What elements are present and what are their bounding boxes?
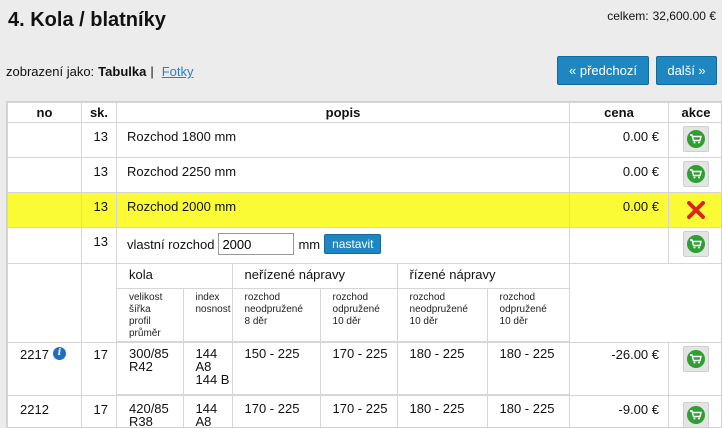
subheader-index: index nosnost [182,287,233,342]
table-row: 2217 i 17 300/85 R42 144 A8 144 B 150 - 225 … [7,341,721,396]
row-description: Rozchod 2000 mm [116,192,570,228]
header-sk: sk. [81,102,117,123]
custom-track-unit: mm [298,236,321,252]
view-current-table: Tabulka [98,64,147,79]
add-to-cart-button[interactable] [683,126,709,152]
spec-header-row: kola neřízené nápravy řízené nápravy vel… [7,263,721,343]
track-sprung-10: 170 - 225 [319,342,398,395]
group-steered-axles: řízené nápravy [396,264,571,289]
row-description: Rozchod 1800 mm [116,122,570,158]
product-number: 2212 [7,395,82,427]
subheader-steered-sprung-10: rozchod odpružené 10 děr [486,287,571,342]
remove-x-icon [687,201,705,219]
view-photos-link[interactable]: Fotky [162,64,194,79]
info-icon[interactable]: i [52,346,66,360]
row-price: -9.00 € [569,395,669,427]
previous-button[interactable]: « předchozí [557,56,649,85]
row-price: 0.00 € [569,157,669,193]
next-button[interactable]: další » [656,56,717,85]
product-number: 2217 [20,346,49,362]
row-sk: 13 [81,227,117,264]
group-kola: kola [117,264,233,289]
add-to-cart-button[interactable] [683,345,709,372]
cart-total: celkem: 32,600.00 € [607,9,716,23]
row-sk: 17 [81,341,117,396]
row-sk: 13 [81,122,117,158]
subheader-unsprung-8: rozchod neodpružené 8 děr [231,287,321,342]
total-label: celkem: [607,9,649,23]
tire-size: 420/85 R38 [117,396,184,427]
header-akce: akce [668,102,721,123]
subheader-sprung-10: rozchod odpružené 10 děr [319,287,398,342]
track-steered-sprung: 180 - 225 [486,342,570,395]
header-popis: popis [116,102,570,123]
page-title: 4. Kola / blatníky [8,9,166,31]
table-row: 13 Rozchod 2250 mm 0.00 € [7,157,721,193]
table-row: 13 Rozchod 1800 mm 0.00 € [7,122,721,158]
group-unsprung-axles: neřízené nápravy [231,264,398,289]
custom-track-row: 13 vlastní rozchod mm nastavit [7,227,721,264]
view-separator: | [150,64,154,79]
table-row: 2212 17 420/85 R38 144 A8 170 - 225 170 - … [7,395,721,427]
header-no: no [7,102,82,123]
row-sk: 17 [81,395,117,427]
row-price: 0.00 € [569,122,669,158]
track-steered-unsprung: 180 - 225 [396,396,488,427]
remove-button[interactable] [683,196,709,222]
track-unsprung-8: 170 - 225 [231,396,321,427]
load-index: 144 A8 [182,396,233,427]
header-cena: cena [569,102,669,123]
view-switch: zobrazení jako: Tabulka | Fotky [6,64,194,79]
products-table: no sk. popis cena akce 13 Rozchod 1800 m… [6,101,722,428]
view-label: zobrazení jako: [6,64,95,79]
track-steered-sprung: 180 - 225 [486,396,570,427]
add-to-cart-button[interactable] [683,402,709,427]
add-to-cart-button[interactable] [683,161,709,187]
row-sk: 13 [81,157,117,193]
table-row-selected: 13 Rozchod 2000 mm 0.00 € [7,192,721,228]
set-button[interactable]: nastavit [324,234,382,254]
tire-size: 300/85 R42 [117,342,184,395]
add-to-cart-button[interactable] [683,231,709,257]
subheader-size: velikost šířka profil průměr [117,287,184,342]
custom-track-label: vlastní rozchod [127,236,215,252]
row-description: Rozchod 2250 mm [116,157,570,193]
subheader-steered-unsprung-10: rozchod neodpružené 10 děr [396,287,488,342]
track-unsprung-8: 150 - 225 [231,342,321,395]
track-sprung-10: 170 - 225 [319,396,398,427]
track-steered-unsprung: 180 - 225 [396,342,488,395]
row-price: 0.00 € [569,192,669,228]
row-price: -26.00 € [569,341,669,396]
load-index: 144 A8 144 B [182,342,233,395]
row-sk: 13 [81,192,117,228]
table-header-row: no sk. popis cena akce [7,102,721,123]
custom-track-input[interactable] [218,233,295,255]
total-value: 32,600.00 € [652,9,716,23]
